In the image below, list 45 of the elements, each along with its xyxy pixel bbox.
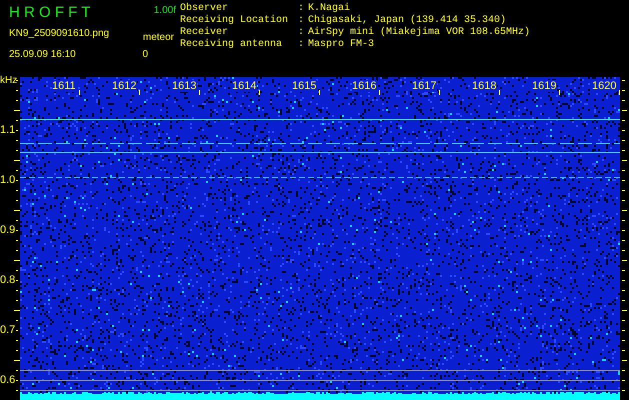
time-tick	[499, 90, 500, 95]
timestamp: 25.09.09 16:10	[9, 48, 76, 62]
time-label: 1620	[592, 80, 617, 92]
file-name: KN9_2509091610.png	[9, 26, 110, 40]
time-label: 1614	[232, 80, 257, 92]
info-value: Maspro FM-3	[308, 39, 376, 51]
axis-label: 1.1	[0, 124, 16, 136]
axis-label: 0.8	[0, 274, 16, 286]
time-label: 1615	[292, 80, 317, 92]
info-colon: :	[298, 3, 306, 15]
axis-label: 1.0	[0, 174, 16, 186]
counter-label: meteor	[142, 30, 174, 44]
time-label: 1617	[412, 80, 437, 92]
time-tick	[439, 90, 440, 95]
app-version: 1.00f	[154, 4, 176, 18]
axis-unit: kHz	[0, 74, 18, 88]
time-tick	[559, 90, 560, 95]
counter-value: 0	[142, 48, 148, 62]
time-label: 1616	[352, 80, 377, 92]
time-label: 1613	[172, 80, 197, 92]
axis-label: 0.7	[0, 324, 16, 336]
time-tick	[259, 90, 260, 95]
info-label: Receiving Location	[180, 15, 290, 26]
info-value: K.Nagai	[308, 3, 352, 14]
info-label: Receiver	[180, 27, 230, 38]
info-value: Chigasaki, Japan (139.414 35.340)	[308, 15, 508, 26]
time-tick	[199, 90, 200, 95]
time-tick	[139, 90, 140, 95]
time-label: 1619	[532, 80, 557, 92]
info-colon: :	[298, 27, 306, 39]
time-label: 1612	[112, 80, 137, 92]
info-value: AirSpy mini (Miakejima VOR 108.65MHz)	[308, 27, 530, 39]
info-label: Receiving antenna	[180, 39, 284, 51]
info-label: Observer	[180, 3, 230, 14]
time-tick	[379, 90, 380, 95]
app-title: H R O F F T	[9, 3, 90, 23]
info-colon: :	[298, 15, 306, 27]
time-tick	[619, 90, 620, 95]
axis-label: 0.9	[0, 224, 16, 236]
time-tick	[79, 90, 80, 95]
info-colon: :	[298, 39, 306, 51]
time-label: 1611	[52, 80, 77, 92]
time-tick	[319, 90, 320, 95]
time-label: 1618	[472, 80, 497, 92]
axis-label: 0.6	[0, 374, 16, 386]
